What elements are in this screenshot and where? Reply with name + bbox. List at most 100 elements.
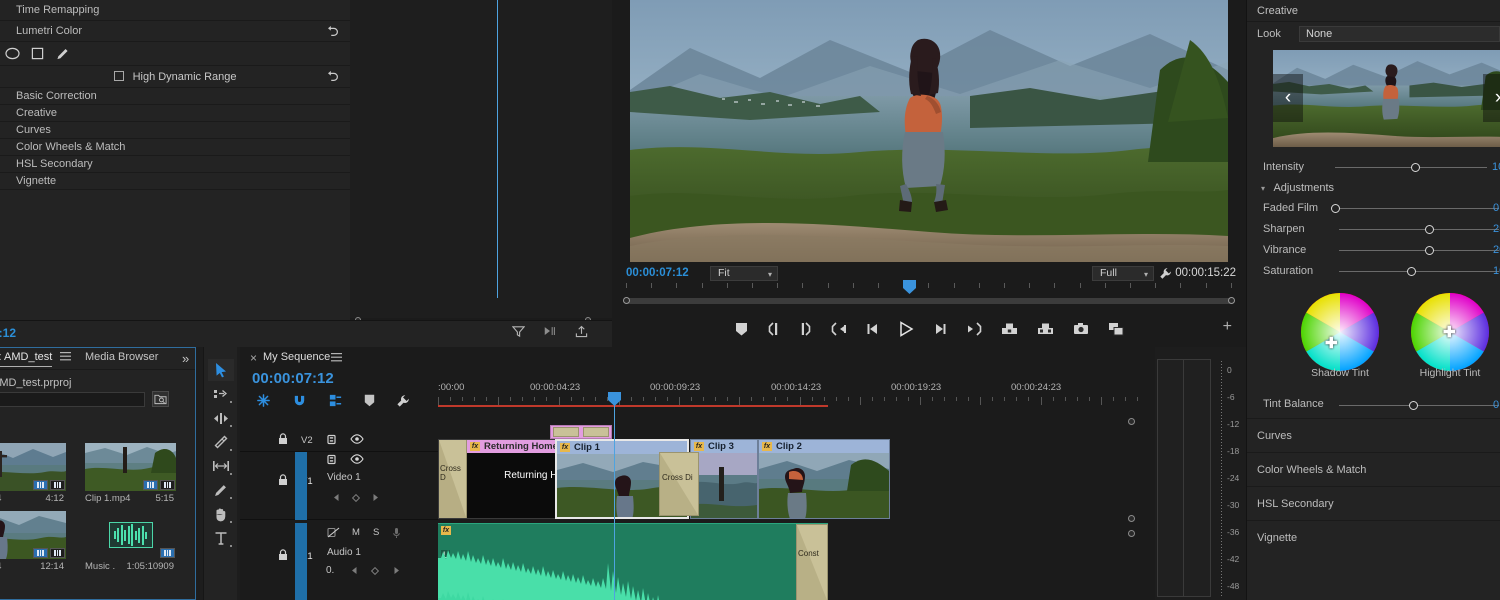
lumetri-section-curves[interactable]: Curves	[1247, 418, 1500, 452]
lock-icon-a1[interactable]	[278, 549, 288, 561]
step-forward-button[interactable]	[933, 323, 947, 335]
play-in-to-out-icon[interactable]	[543, 325, 557, 338]
add-keyframe-icon-v1[interactable]	[352, 494, 360, 502]
ellipse-mask-icon[interactable]	[5, 47, 20, 60]
timeline-vscroll-top-handle[interactable]	[1128, 418, 1135, 425]
look-next-button[interactable]: ›	[1483, 74, 1500, 122]
track-select-forward-tool[interactable]	[208, 383, 234, 405]
fx-item-color-wheels-match[interactable]: Color Wheels & Match	[0, 139, 350, 156]
effect-controls-ruler[interactable]	[350, 0, 612, 318]
type-tool[interactable]	[208, 527, 234, 549]
fit-zoom-dropdown[interactable]: Fit ▾	[710, 266, 778, 281]
timeline-vscroll-bottom-handle[interactable]	[1128, 530, 1135, 537]
pen-tool[interactable]	[208, 479, 234, 501]
pen-mask-icon[interactable]	[55, 47, 70, 61]
fx-item-basic-correction[interactable]: Basic Correction	[0, 88, 350, 105]
transition-cross-dissolve-1[interactable]: Cross Di	[659, 452, 699, 516]
program-scrubbar[interactable]	[623, 286, 1235, 304]
timeline-settings-button[interactable]	[396, 394, 410, 408]
effect-controls-timeline[interactable]	[350, 0, 612, 323]
transition-cross-dissolve-in[interactable]: Cross D	[439, 440, 467, 518]
export-icon[interactable]	[575, 325, 588, 338]
lumetri-section-color-wheels-match[interactable]: Color Wheels & Match	[1247, 452, 1500, 486]
search-input[interactable]	[0, 392, 145, 407]
saturation-slider-track[interactable]	[1339, 271, 1499, 272]
slip-tool[interactable]	[208, 455, 234, 477]
scrubbar-left-handle[interactable]	[623, 297, 630, 304]
selection-tool[interactable]	[207, 359, 234, 381]
program-current-timecode[interactable]: 00:00:07:12	[626, 267, 689, 279]
linked-selection-button[interactable]	[328, 393, 343, 408]
timeline-playhead[interactable]	[608, 392, 621, 600]
tint-balance-slider-track[interactable]	[1339, 405, 1499, 406]
fx-item-vignette[interactable]: Vignette	[0, 173, 350, 190]
solo-button-a1[interactable]: S	[373, 527, 379, 538]
find-icon[interactable]	[152, 391, 169, 407]
track-visibility-icon-v2[interactable]	[350, 434, 364, 444]
creative-section-header[interactable]: Creative	[1247, 0, 1500, 22]
intensity-value[interactable]: 100	[1492, 161, 1500, 173]
sharpen-value[interactable]: 25	[1493, 223, 1500, 235]
comparison-view-button[interactable]	[1108, 322, 1124, 336]
faded-film-slider-knob[interactable]	[1331, 204, 1340, 213]
rectangle-mask-icon[interactable]	[31, 47, 44, 60]
reset-icon[interactable]	[326, 24, 342, 40]
sharpen-slider-knob[interactable]	[1425, 225, 1434, 234]
saturation-slider-knob[interactable]	[1407, 267, 1416, 276]
high-dynamic-range-checkbox[interactable]: High Dynamic Range	[113, 70, 237, 83]
export-frame-button[interactable]	[1073, 322, 1089, 335]
lift-button[interactable]	[1001, 322, 1018, 335]
fx-item-curves[interactable]: Curves	[0, 122, 350, 139]
highlight-tint-wheel[interactable]: ✚	[1410, 292, 1490, 372]
add-keyframe-icon-a1[interactable]	[371, 567, 379, 575]
tab-project-amd-test[interactable]: ct: AMD_test	[0, 351, 53, 367]
media-item-0[interactable]: 3.mp4 4:12	[0, 443, 66, 507]
track-targeting-icon-v1[interactable]	[327, 454, 340, 465]
look-dropdown[interactable]: None	[1299, 26, 1500, 42]
fx-item-creative[interactable]: Creative	[0, 105, 350, 122]
vibrance-value[interactable]: 20	[1493, 244, 1500, 256]
program-duration-timecode[interactable]: 00:00:15:22	[1175, 267, 1236, 279]
program-monitor-video[interactable]	[630, 0, 1228, 262]
filter-icon[interactable]	[512, 325, 525, 338]
mute-button-a1[interactable]: M	[352, 527, 360, 538]
nest-button[interactable]	[256, 393, 271, 408]
voice-record-icon-a1[interactable]	[392, 527, 401, 539]
adjustments-section-header[interactable]: ▾ Adjustments	[1247, 178, 1500, 198]
step-back-button[interactable]	[866, 323, 880, 335]
panel-menu-icon[interactable]	[60, 352, 71, 361]
go-to-out-button[interactable]	[966, 321, 982, 336]
effect-controls-playhead[interactable]	[497, 0, 498, 298]
vibrance-slider-knob[interactable]	[1425, 246, 1434, 255]
next-keyframe-icon-v1[interactable]	[371, 493, 380, 502]
wrench-icon[interactable]	[1159, 267, 1172, 280]
shadow-tint-wheel[interactable]: ✚	[1300, 292, 1380, 372]
audio-transition-constant-power[interactable]: Const	[796, 524, 828, 600]
timeline-playhead-head[interactable]	[608, 392, 621, 406]
sharpen-slider-track[interactable]	[1339, 229, 1499, 230]
highlight-tint-crosshair[interactable]: ✚	[1443, 325, 1456, 340]
look-prev-button[interactable]: ‹	[1273, 74, 1303, 122]
timeline-vscroll-mid-handle[interactable]	[1128, 515, 1135, 522]
look-preview-thumbnail[interactable]: ‹ ›	[1273, 50, 1500, 147]
lock-icon-v2[interactable]	[278, 433, 288, 445]
playback-resolution-dropdown[interactable]: Full ▾	[1092, 266, 1154, 281]
mark-out-button[interactable]	[799, 321, 812, 336]
work-area-bar[interactable]	[438, 405, 828, 407]
panel-overflow-icon[interactable]: »	[182, 351, 189, 366]
track-active-indicator-a1[interactable]	[295, 523, 307, 600]
lumetri-section-hsl-secondary[interactable]: HSL Secondary	[1247, 486, 1500, 520]
effect-controls-timecode[interactable]: 7:12	[0, 326, 16, 340]
media-item-2[interactable]: 2.mp4 12:14	[0, 511, 66, 575]
track-visibility-icon-v1[interactable]	[350, 454, 364, 464]
hand-tool[interactable]	[208, 503, 234, 525]
media-item-1[interactable]: Clip 1.mp4 5:15	[85, 443, 176, 507]
lumetri-section-vignette[interactable]: Vignette	[1247, 520, 1500, 554]
fx-item-hsl-secondary[interactable]: HSL Secondary	[0, 156, 350, 173]
tint-balance-value[interactable]: 0	[1493, 399, 1499, 411]
tab-my-sequence[interactable]: My Sequence	[263, 351, 330, 363]
scrubbar-right-handle[interactable]	[1228, 297, 1235, 304]
vibrance-slider-track[interactable]	[1339, 250, 1499, 251]
track-header-v2[interactable]: V2	[240, 429, 438, 452]
faded-film-value[interactable]: 0.0	[1493, 202, 1500, 214]
